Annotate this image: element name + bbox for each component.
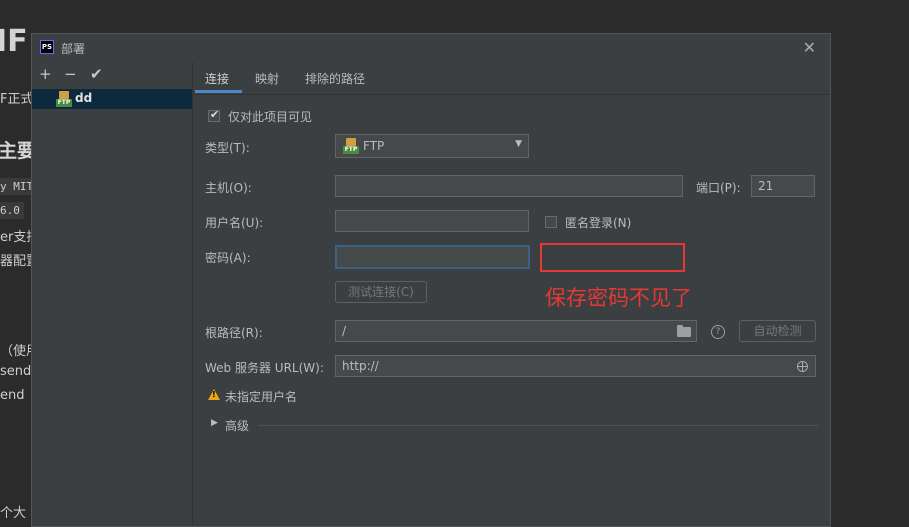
server-name: dd — [75, 91, 93, 105]
port-input[interactable]: 21 — [751, 175, 815, 197]
web-server-url-value: http:// — [342, 359, 379, 373]
type-select[interactable]: FTP FTP ▼ — [335, 134, 529, 158]
server-list-item[interactable]: FTP dd — [32, 89, 192, 109]
type-label: 类型(T): — [205, 141, 250, 155]
advanced-section-toggle[interactable]: 高级 — [225, 417, 249, 434]
close-button[interactable]: ✕ — [803, 38, 816, 57]
username-label: 用户名(U): — [205, 216, 264, 230]
anonymous-login-label: 匿名登录(N) — [565, 216, 632, 230]
password-input[interactable] — [335, 245, 530, 269]
check-icon: ✔ — [210, 108, 220, 121]
set-default-server-button[interactable]: ✔ — [90, 65, 103, 83]
phpstorm-app-icon: PS — [40, 40, 54, 54]
ftp-server-icon: FTP — [56, 91, 72, 107]
warning-text: 未指定用户名 — [225, 390, 298, 404]
chevron-down-icon: ▼ — [515, 139, 522, 149]
username-input[interactable] — [335, 210, 529, 232]
port-label: 端口(P): — [696, 181, 741, 195]
open-in-browser-icon[interactable] — [797, 361, 808, 372]
connection-settings-panel: 连接 映射 排除的路径 ✔ 仅对此项目可见 类型(T): FTP FTP ▼ 主… — [193, 62, 830, 526]
editor-right-margin — [832, 0, 909, 527]
visible-only-checkbox[interactable]: ✔ — [208, 108, 220, 122]
root-path-value: / — [342, 324, 347, 338]
remove-server-button[interactable]: − — [64, 65, 77, 83]
annotation-box — [540, 243, 685, 272]
server-list-panel: + − ✔ FTP dd — [32, 62, 193, 526]
anonymous-login-checkbox[interactable] — [545, 216, 557, 228]
bg-code-chip: 6.0 — [0, 202, 24, 219]
active-tab-indicator — [195, 90, 242, 93]
tab-mappings[interactable]: 映射 — [255, 70, 279, 87]
bg-text-line: end — [0, 388, 25, 403]
host-label: 主机(O): — [205, 181, 252, 195]
deployment-dialog: PS 部署 ✕ + − ✔ FTP dd 连接 映射 排除的路径 ✔ 仅对此项目… — [31, 33, 831, 527]
bg-title: IF — [0, 24, 28, 59]
bg-text-line: F正式 — [0, 92, 34, 107]
test-connection-button[interactable]: 测试连接(C) — [335, 281, 427, 303]
visible-only-label: 仅对此项目可见 — [228, 110, 313, 124]
settings-tabs: 连接 映射 排除的路径 — [193, 62, 830, 95]
tab-connection[interactable]: 连接 — [205, 70, 229, 87]
bg-text-line: send — [0, 364, 32, 379]
advanced-separator — [258, 425, 818, 426]
add-server-button[interactable]: + — [39, 65, 52, 83]
warning-icon: ! — [208, 389, 220, 400]
root-path-input[interactable]: / — [335, 320, 697, 342]
bg-text-line: 个大 — [0, 506, 27, 521]
help-icon[interactable]: ? — [711, 325, 725, 339]
web-server-url-label: Web 服务器 URL(W): — [205, 361, 324, 375]
expand-arrow-icon[interactable]: ▶ — [211, 418, 218, 428]
tab-excluded-paths[interactable]: 排除的路径 — [305, 70, 365, 87]
folder-browse-icon[interactable] — [677, 325, 691, 337]
ftp-type-icon: FTP — [343, 138, 359, 154]
host-input[interactable] — [335, 175, 683, 197]
password-label: 密码(A): — [205, 251, 251, 265]
autodetect-button[interactable]: 自动检测 — [739, 320, 816, 342]
annotation-text: 保存密码不见了 — [545, 286, 692, 310]
dialog-titlebar[interactable]: PS 部署 ✕ — [32, 34, 830, 62]
web-server-url-input[interactable]: http:// — [335, 355, 816, 377]
root-path-label: 根路径(R): — [205, 326, 263, 340]
type-value: FTP — [363, 139, 385, 153]
server-toolbar: + − ✔ — [32, 62, 192, 88]
dialog-title: 部署 — [61, 42, 86, 56]
